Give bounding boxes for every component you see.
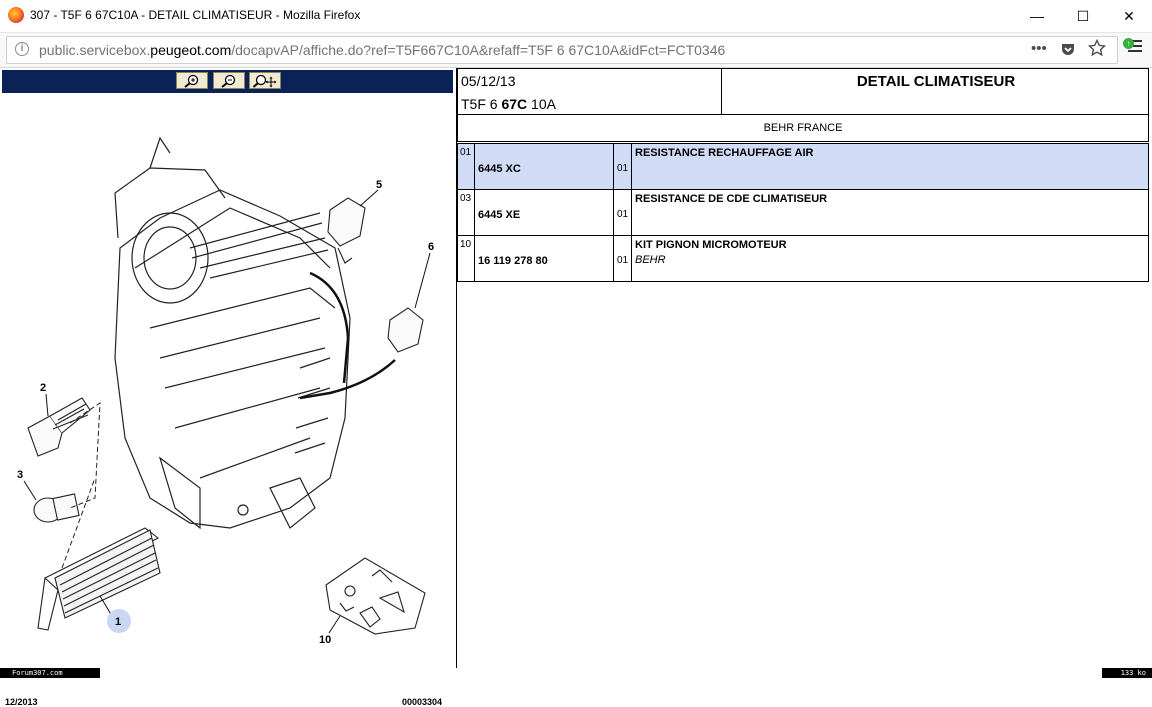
part-description: RESISTANCE RECHAUFFAGE AIR bbox=[635, 147, 814, 159]
part-reference[interactable]: 6445 XE bbox=[476, 190, 614, 235]
page-title: DETAIL CLIMATISEUR bbox=[856, 73, 1016, 90]
zoom-toolbar bbox=[2, 70, 453, 93]
url-bar[interactable]: i public.servicebox.peugeot.com/docapvAP… bbox=[6, 36, 1118, 64]
table-row[interactable]: 03 6445 XE 01 RESISTANCE DE CDE CLIMATIS… bbox=[458, 190, 1148, 236]
part-description-cell: RESISTANCE RECHAUFFAGE AIR bbox=[633, 144, 1148, 189]
window-title: 307 - T5F 6 67C10A - DETAIL CLIMATISEUR … bbox=[30, 8, 361, 22]
window-titlebar: 307 - T5F 6 67C10A - DETAIL CLIMATISEUR … bbox=[0, 0, 1152, 33]
exploded-parts-diagram: 1 2 3 5 6 10 bbox=[17, 136, 434, 646]
navigation-toolbar: i public.servicebox.peugeot.com/docapvAP… bbox=[0, 33, 1152, 68]
page-actions-button[interactable]: ••• bbox=[1031, 40, 1047, 57]
document-header: 05/12/13 T5F 6 67C 10A DETAIL CLIMATISEU… bbox=[457, 68, 1149, 115]
zoom-fit-icon bbox=[252, 74, 277, 88]
callout-label[interactable]: 3 bbox=[17, 469, 23, 481]
part-description: KIT PIGNON MICROMOTEUR bbox=[635, 239, 787, 251]
bookmark-star-icon[interactable] bbox=[1087, 38, 1107, 61]
part-note: BEHR bbox=[635, 254, 666, 266]
header-reference: T5F 6 67C 10A bbox=[461, 96, 556, 112]
part-description-cell: RESISTANCE DE CDE CLIMATISEUR bbox=[633, 190, 1148, 235]
status-bar: Forum307.com 133 ko bbox=[0, 668, 1152, 678]
part-description-cell: KIT PIGNON MICROMOTEUR BEHR bbox=[633, 236, 1148, 281]
part-reference[interactable]: 6445 XC bbox=[476, 144, 614, 189]
pocket-icon[interactable] bbox=[1060, 41, 1076, 61]
close-button[interactable]: ✕ bbox=[1106, 0, 1152, 32]
header-date: 05/12/13 bbox=[461, 73, 516, 89]
table-row[interactable]: 10 16 119 278 80 01 KIT PIGNON MICROMOTE… bbox=[458, 236, 1148, 281]
manufacturer-label: BEHR FRANCE bbox=[457, 115, 1149, 142]
callout-label[interactable]: 1 bbox=[115, 616, 121, 628]
status-right: 133 ko bbox=[1102, 668, 1152, 678]
zoom-out-icon bbox=[221, 74, 236, 88]
part-index: 03 bbox=[458, 190, 475, 235]
info-icon[interactable]: i bbox=[15, 42, 29, 56]
parts-table: 01 6445 XC 01 RESISTANCE RECHAUFFAGE AIR… bbox=[457, 143, 1149, 282]
part-description: RESISTANCE DE CDE CLIMATISEUR bbox=[635, 193, 828, 205]
diagram-number: 00003304 bbox=[402, 697, 443, 707]
callout-label[interactable]: 2 bbox=[40, 382, 46, 394]
diagram-date: 12/2013 bbox=[5, 697, 38, 707]
url-text[interactable]: public.servicebox.peugeot.com/docapvAP/a… bbox=[39, 42, 725, 58]
part-quantity: 01 bbox=[615, 236, 632, 281]
part-index: 01 bbox=[458, 144, 475, 189]
callout-label[interactable]: 5 bbox=[376, 179, 382, 191]
part-reference[interactable]: 16 119 278 80 bbox=[476, 236, 614, 281]
maximize-button[interactable]: ☐ bbox=[1060, 0, 1106, 32]
table-row[interactable]: 01 6445 XC 01 RESISTANCE RECHAUFFAGE AIR bbox=[458, 144, 1148, 190]
callout-label[interactable]: 10 bbox=[319, 634, 331, 646]
status-left: Forum307.com bbox=[0, 668, 100, 678]
update-arrow-icon: ↑ bbox=[1123, 38, 1134, 49]
part-index: 10 bbox=[458, 236, 475, 281]
callout-label[interactable]: 6 bbox=[428, 241, 434, 253]
zoom-out-button[interactable] bbox=[213, 72, 245, 89]
firefox-logo-icon bbox=[8, 7, 24, 23]
diagram-pane: 1 2 3 5 6 10 12/2013 00003304 bbox=[0, 68, 456, 707]
zoom-fit-button[interactable] bbox=[249, 72, 281, 89]
part-quantity: 01 bbox=[615, 144, 632, 189]
hamburger-menu-button[interactable]: ↑ bbox=[1123, 38, 1142, 55]
zoom-in-button[interactable] bbox=[176, 72, 208, 89]
header-left-cell: 05/12/13 T5F 6 67C 10A bbox=[458, 69, 722, 114]
zoom-in-icon bbox=[184, 74, 199, 88]
part-quantity: 01 bbox=[615, 190, 632, 235]
parts-pane: 05/12/13 T5F 6 67C 10A DETAIL CLIMATISEU… bbox=[457, 68, 1150, 668]
minimize-button[interactable]: — bbox=[1014, 0, 1060, 32]
